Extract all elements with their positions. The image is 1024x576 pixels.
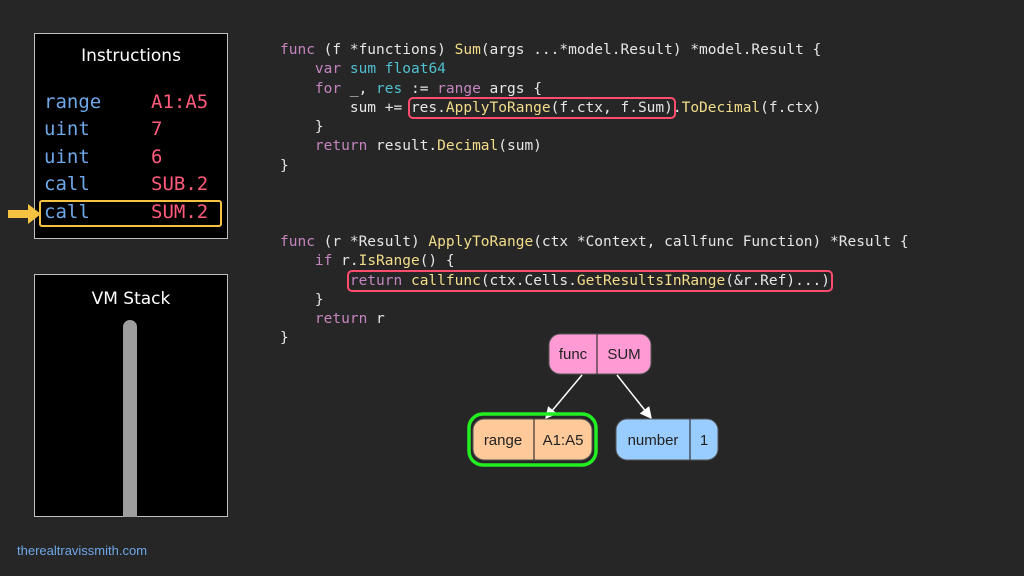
tree-node-type: func [559, 346, 588, 363]
tree-node-func: func SUM [548, 333, 652, 375]
footer-credit: therealtravissmith.com [17, 543, 148, 558]
tree-node-value: A1:A5 [543, 432, 584, 449]
tree-node-type: range [484, 432, 522, 449]
tree-node-range: range A1:A5 [472, 418, 593, 461]
tree-node-type: number [628, 432, 679, 449]
tree-edge [616, 374, 652, 420]
tree-node-value: 1 [700, 432, 708, 449]
tree-node-number: number 1 [615, 418, 719, 461]
expression-tree: func SUM range A1:A5 number 1 [467, 333, 719, 467]
tree-edge [545, 374, 583, 420]
tree-node-value: SUM [607, 346, 640, 363]
